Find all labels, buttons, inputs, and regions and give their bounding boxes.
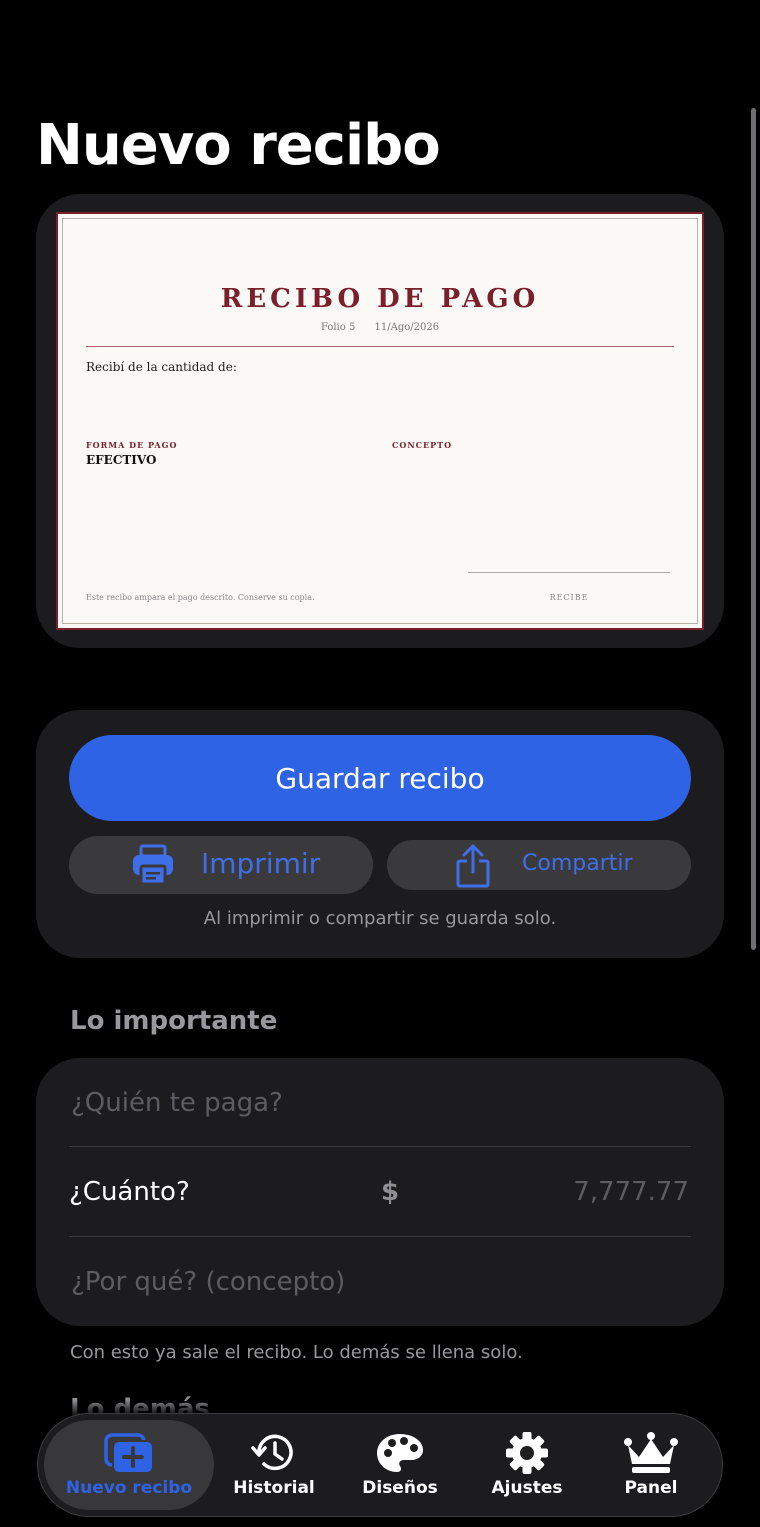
payer-row — [69, 1058, 691, 1147]
currency-symbol: $ — [381, 1176, 400, 1207]
receipt-inner-border — [62, 218, 698, 624]
tab-label: Diseños — [362, 1478, 438, 1498]
receipt-title: RECIBO DE PAGO — [220, 284, 540, 314]
crown-icon — [624, 1430, 678, 1476]
print-button[interactable]: Imprimir — [69, 836, 373, 894]
receipt-signature-line — [468, 572, 670, 573]
section-title-important: Lo importante — [70, 1006, 278, 1036]
amount-input[interactable] — [427, 1175, 691, 1208]
receipt-meta: Folio 5 11/Ago/2026 — [58, 322, 702, 333]
receipt-folio: Folio 5 — [320, 322, 356, 333]
receipt-payment-method-label: FORMA DE PAGO — [86, 440, 178, 450]
amount-row: ¿Cuánto? $ — [69, 1147, 691, 1236]
page-title: Nuevo recibo — [36, 113, 441, 178]
concept-row — [69, 1237, 691, 1326]
receipt-date: 11/Ago/2026 — [374, 322, 440, 333]
form-note: Con esto ya sale el recibo. Lo demás se … — [70, 1342, 523, 1363]
receipt-preview: RECIBO DE PAGO Folio 5 11/Ago/2026 Recib… — [56, 212, 704, 630]
share-icon — [455, 844, 491, 894]
tab-label: Panel — [624, 1478, 678, 1498]
gear-icon — [504, 1430, 550, 1476]
tab-label: Ajustes — [491, 1478, 563, 1498]
amount-label: ¿Cuánto? — [69, 1176, 190, 1207]
tab-history[interactable]: Historial — [204, 1420, 344, 1510]
share-button[interactable]: Compartir — [387, 840, 691, 890]
important-form-card: ¿Cuánto? $ — [36, 1058, 724, 1326]
tab-panel[interactable]: Panel — [581, 1420, 721, 1510]
history-icon — [250, 1430, 298, 1476]
tab-settings[interactable]: Ajustes — [457, 1420, 597, 1510]
save-receipt-button[interactable]: Guardar recibo — [69, 735, 691, 821]
actions-note: Al imprimir o compartir se guarda solo. — [203, 908, 557, 929]
receipt-received-text: Recibí de la cantidad de: — [86, 360, 237, 374]
share-label: Compartir — [522, 851, 633, 876]
receipt-preview-card[interactable]: RECIBO DE PAGO Folio 5 11/Ago/2026 Recib… — [36, 194, 724, 648]
actions-card: Guardar recibo Imprimir Compartir Al imp… — [36, 710, 724, 958]
receipt-concept-label: CONCEPTO — [392, 440, 453, 450]
printer-icon — [131, 844, 175, 893]
tab-new-receipt[interactable]: Nuevo recibo — [44, 1420, 214, 1510]
new-receipt-icon — [102, 1430, 156, 1476]
tab-label: Historial — [233, 1478, 315, 1498]
palette-icon — [375, 1430, 425, 1476]
receipt-footer-note: Este recibo ampara el pago descrito. Con… — [86, 593, 315, 602]
tab-designs[interactable]: Diseños — [330, 1420, 470, 1510]
concept-input[interactable] — [69, 1265, 691, 1298]
receipt-divider — [86, 346, 674, 347]
receipt-payment-method-value: EFECTIVO — [86, 453, 157, 467]
payer-input[interactable] — [69, 1086, 691, 1119]
receipt-receives-label: RECIBE — [549, 593, 589, 602]
tab-bar: Nuevo recibo Historial Diseños Ajustes P… — [37, 1413, 723, 1517]
print-label: Imprimir — [201, 847, 321, 880]
tab-label: Nuevo recibo — [65, 1478, 193, 1498]
scrollbar[interactable] — [751, 108, 756, 950]
